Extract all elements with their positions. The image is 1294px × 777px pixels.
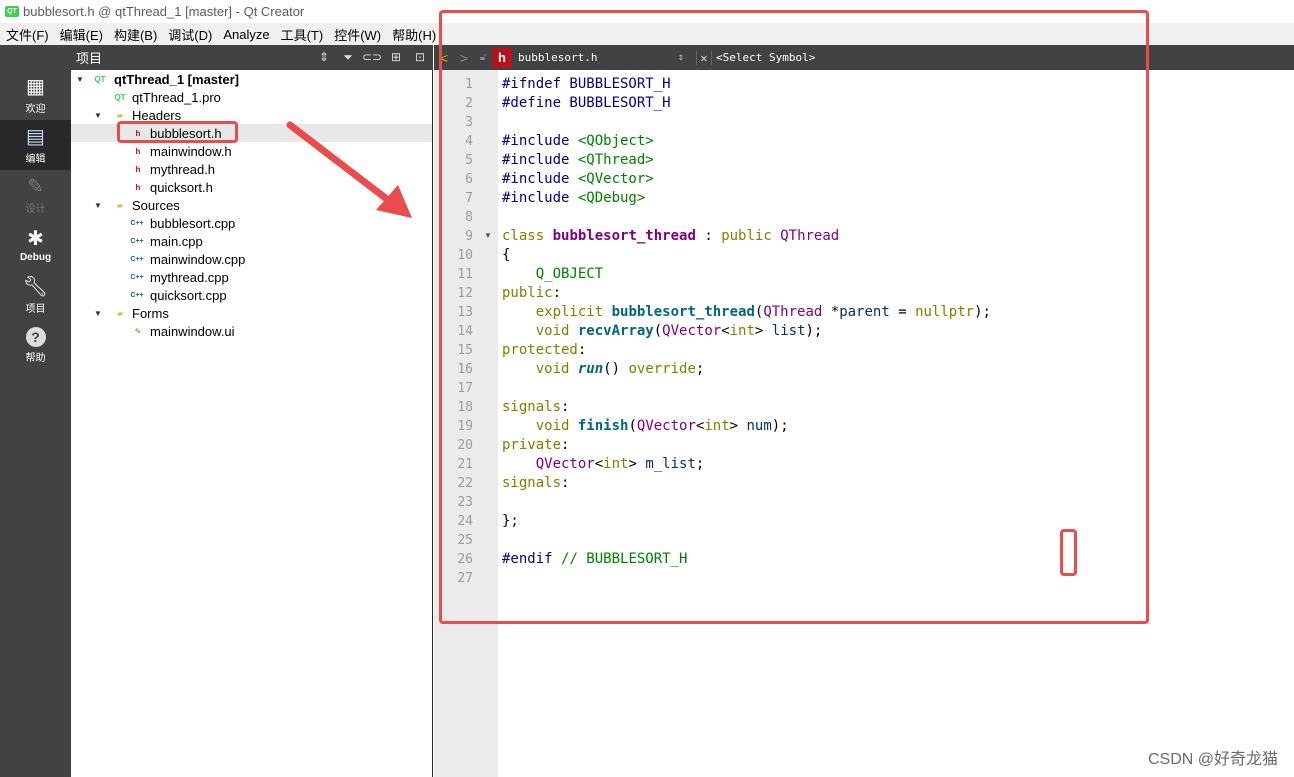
cpp-file-icon: C++ xyxy=(130,255,144,263)
tree-item-project[interactable]: ▼ QT qtThread_1 [master] xyxy=(71,70,432,88)
menu-controls[interactable]: 控件(W) xyxy=(334,25,381,44)
window-title: bubblesort.h @ qtThread_1 [master] - Qt … xyxy=(23,4,305,19)
highlight-box xyxy=(117,121,238,143)
cpp-file-icon: C++ xyxy=(130,273,144,281)
menu-edit[interactable]: 编辑(E) xyxy=(60,25,103,44)
project-icon: QT xyxy=(94,74,106,84)
mode-label: 编辑 xyxy=(25,153,46,165)
pen-icon: ✎ xyxy=(27,175,44,198)
tree-item-label: qtThread_1.pro xyxy=(132,89,221,105)
updown-icon[interactable]: ⇕ xyxy=(315,48,333,66)
mode-sidebar: ▦ 欢迎 ▤ 编辑 ✎ 设计 ✱ Debug 🔧︎ 项目 ? 帮助 xyxy=(0,45,71,777)
tree-item-label: quicksort.h xyxy=(150,179,213,195)
split-icon[interactable]: ⊞ xyxy=(387,48,405,66)
mode-debug[interactable]: ✱ Debug xyxy=(0,220,71,270)
mode-design[interactable]: ✎ 设计 xyxy=(0,170,71,220)
tree-item-mythread-cpp[interactable]: C++ mythread.cpp xyxy=(71,268,432,286)
menu-file[interactable]: 文件(F) xyxy=(6,25,49,44)
tree-item-label: mythread.cpp xyxy=(150,269,229,285)
mode-label: Debug xyxy=(19,251,52,263)
cpp-file-icon: C++ xyxy=(130,291,144,299)
tree-item-quicksort-cpp[interactable]: C++ quicksort.cpp xyxy=(71,286,432,304)
tree-item-mainwindow-ui[interactable]: ✎ mainwindow.ui xyxy=(71,322,432,340)
tree-item-label: mainwindow.ui xyxy=(150,323,235,339)
menu-tools[interactable]: 工具(T) xyxy=(281,25,324,44)
expand-arrow-icon[interactable]: ▼ xyxy=(94,309,102,318)
expand-arrow-icon[interactable]: ▼ xyxy=(94,201,102,210)
tree-item-label: mainwindow.h xyxy=(150,143,232,159)
menu-analyze[interactable]: Analyze xyxy=(223,27,269,42)
mode-label: 欢迎 xyxy=(25,103,46,115)
project-panel-header: 项目 ⇕ ⏷ ⊂⊃ ⊞ ⊡ xyxy=(71,45,433,70)
expand-arrow-icon[interactable]: ▼ xyxy=(94,111,102,120)
expand-arrow-icon[interactable]: ▼ xyxy=(76,75,84,84)
tree-item-label: main.cpp xyxy=(150,233,203,249)
menu-build[interactable]: 构建(B) xyxy=(114,25,157,44)
cpp-file-icon: C++ xyxy=(130,219,144,227)
cpp-file-icon: C++ xyxy=(130,237,144,245)
close-panel-icon[interactable]: ⊡ xyxy=(411,48,429,66)
tree-item-forms[interactable]: ▼ ▰ Forms xyxy=(71,304,432,322)
header-file-icon: h xyxy=(135,182,141,192)
menu-debug[interactable]: 调试(D) xyxy=(168,25,212,44)
tree-item-label: Forms xyxy=(132,305,169,321)
watermark: CSDN @好奇龙猫 xyxy=(1147,751,1278,768)
mode-label: 项目 xyxy=(25,303,46,315)
folder-icon: ▰ xyxy=(116,110,124,120)
grid-icon: ▦ xyxy=(26,75,45,98)
qt-icon: QT xyxy=(5,6,19,17)
mode-projects[interactable]: 🔧︎ 项目 xyxy=(0,270,71,320)
project-panel-title[interactable]: 项目 xyxy=(76,48,102,67)
tree-item-main-cpp[interactable]: C++ main.cpp xyxy=(71,232,432,250)
header-file-icon: h xyxy=(135,146,141,156)
annotation-arrow xyxy=(286,121,412,218)
ui-file-icon: ✎ xyxy=(134,326,142,336)
tree-item-label: bubblesort.cpp xyxy=(150,215,236,231)
highlight-box xyxy=(439,10,1149,624)
tree-item-label: mainwindow.cpp xyxy=(150,251,246,267)
mode-label: 帮助 xyxy=(25,352,46,364)
wrench-icon: 🔧︎ xyxy=(22,275,49,298)
tree-item-pro-file[interactable]: QT qtThread_1.pro xyxy=(71,88,432,106)
folder-icon: ▰ xyxy=(116,200,124,210)
tree-item-mainwindow-cpp[interactable]: C++ mainwindow.cpp xyxy=(71,250,432,268)
tree-item-label: quicksort.cpp xyxy=(150,287,227,303)
mode-welcome[interactable]: ▦ 欢迎 xyxy=(0,70,71,120)
mode-edit[interactable]: ▤ 编辑 xyxy=(0,120,71,170)
link-icon[interactable]: ⊂⊃ xyxy=(362,48,382,66)
mode-label: 设计 xyxy=(25,203,46,215)
tree-item-label: Sources xyxy=(132,197,180,213)
menu-help[interactable]: 帮助(H) xyxy=(392,25,436,44)
help-icon: ? xyxy=(25,326,46,347)
header-file-icon: h xyxy=(135,164,141,174)
highlight-box xyxy=(1060,529,1077,576)
tree-item-label: mythread.h xyxy=(150,161,216,177)
bug-icon: ✱ xyxy=(27,227,44,250)
document-icon: ▤ xyxy=(26,125,45,148)
folder-icon: ▰ xyxy=(116,308,124,318)
mode-help[interactable]: ? 帮助 xyxy=(0,320,71,370)
filter-icon[interactable]: ⏷ xyxy=(339,48,357,66)
tree-item-label: qtThread_1 [master] xyxy=(114,71,239,87)
pro-file-icon: QT xyxy=(114,92,126,102)
